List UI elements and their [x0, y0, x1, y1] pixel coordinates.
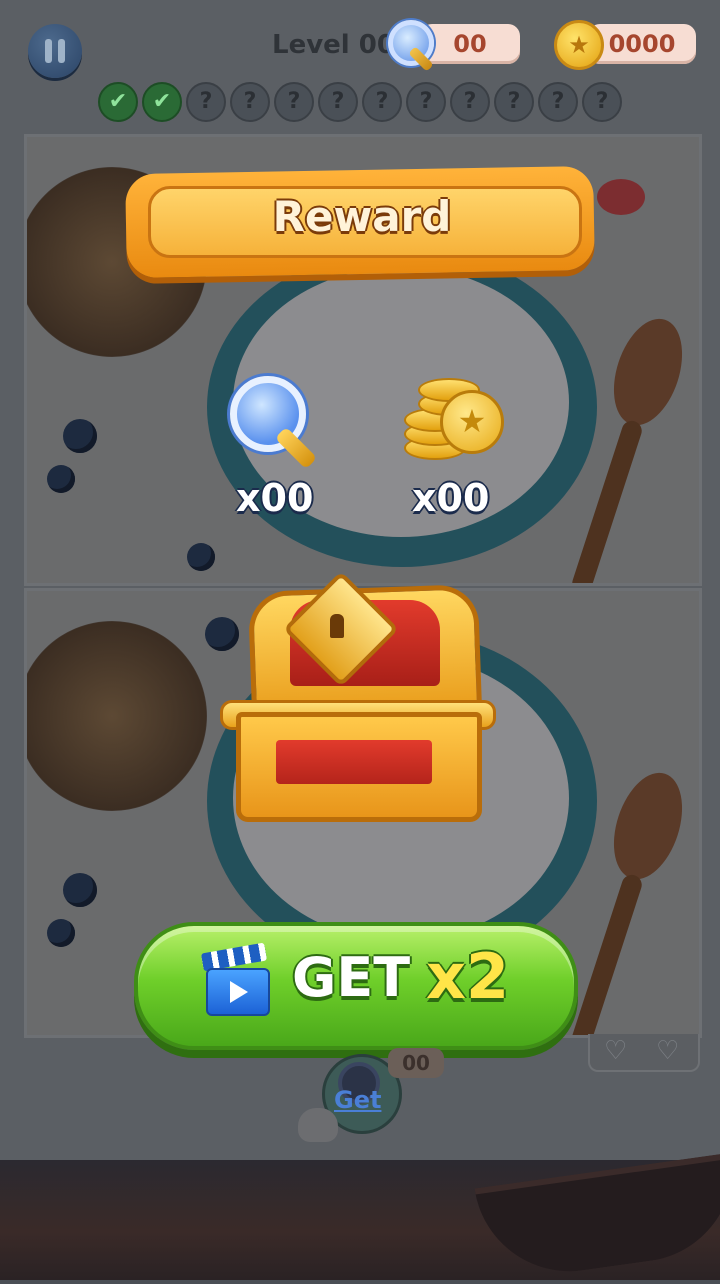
progress-dot-unfound: ?: [494, 82, 534, 122]
pause-icon: [45, 39, 52, 63]
pause-button[interactable]: [28, 24, 82, 78]
progress-dot-unfound: ?: [230, 82, 270, 122]
heart-icon: ♡: [656, 1036, 680, 1066]
progress-dot-unfound: ?: [318, 82, 358, 122]
progress-dot-unfound: ?: [362, 82, 402, 122]
progress-dot-unfound: ?: [538, 82, 578, 122]
progress-dot-unfound: ?: [274, 82, 314, 122]
pointing-hand-icon: [298, 1108, 338, 1142]
progress-dot-found: ✔: [98, 82, 138, 122]
progress-dot-unfound: ?: [186, 82, 226, 122]
multiplier-label: x2: [426, 940, 510, 1013]
reward-coin-amount: x00: [412, 476, 490, 520]
lives-indicator: ♡ ♡: [588, 1034, 700, 1072]
progress-dot-unfound: ?: [406, 82, 446, 122]
hint-get-label[interactable]: Get: [334, 1086, 381, 1114]
video-ad-icon: [200, 942, 270, 1016]
hint-counter: 00: [420, 24, 520, 64]
progress-dot-found: ✔: [142, 82, 182, 122]
reward-hint-amount: x00: [236, 476, 314, 520]
hint-count-text: 00: [453, 30, 487, 58]
reward-title: Reward: [272, 192, 452, 241]
coin-icon: ★: [554, 20, 604, 70]
coin-count-text: 0000: [608, 30, 676, 58]
coin-counter: 0000: [588, 24, 696, 64]
heart-icon: ♡: [604, 1036, 628, 1066]
level-label: Level 00: [272, 30, 395, 60]
coin-icon: ★: [440, 390, 504, 454]
get-button-label: GET: [292, 946, 411, 1009]
progress-dots: ✔ ✔??????????: [98, 82, 628, 122]
progress-dot-unfound: ?: [450, 82, 490, 122]
progress-dot-unfound: ?: [582, 82, 622, 122]
hint-badge: 00: [388, 1048, 444, 1078]
